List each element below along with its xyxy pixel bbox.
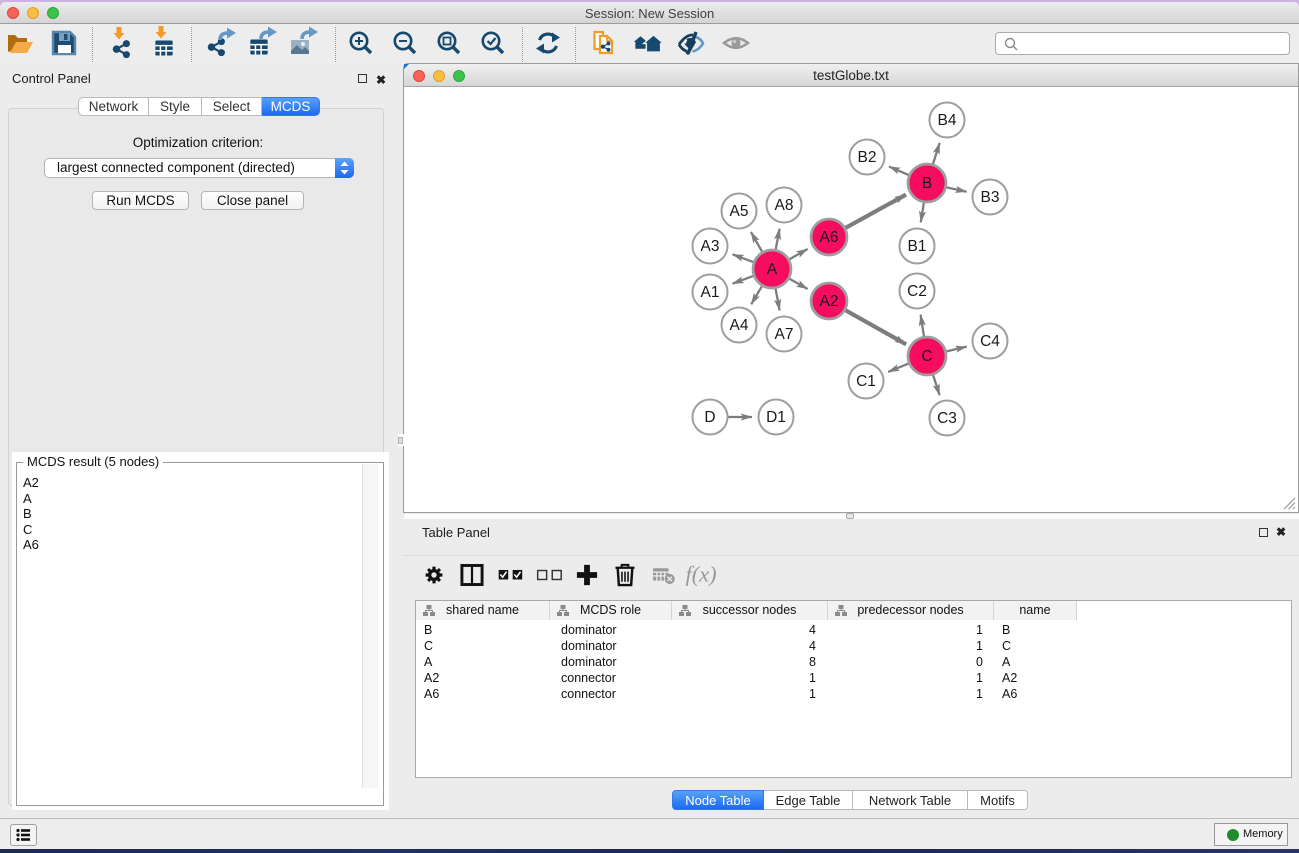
svg-text:A: A	[767, 261, 778, 278]
svg-text:B4: B4	[938, 112, 957, 129]
svg-text:A3: A3	[701, 238, 720, 255]
svg-text:D1: D1	[766, 409, 786, 426]
svg-text:D: D	[704, 409, 715, 426]
svg-text:C2: C2	[907, 283, 927, 300]
svg-text:A2: A2	[820, 293, 839, 310]
svg-text:A8: A8	[775, 197, 794, 214]
svg-text:A1: A1	[701, 284, 720, 301]
svg-text:C1: C1	[856, 373, 876, 390]
svg-text:B: B	[922, 175, 932, 192]
svg-text:B3: B3	[981, 189, 1000, 206]
svg-text:B1: B1	[908, 238, 927, 255]
svg-text:A6: A6	[820, 229, 839, 246]
svg-text:C: C	[921, 348, 932, 365]
svg-text:A4: A4	[730, 317, 749, 334]
svg-text:f(x): f(x)	[685, 562, 716, 587]
svg-text:C3: C3	[937, 410, 957, 427]
svg-text:C4: C4	[980, 333, 1000, 350]
svg-text:A7: A7	[775, 326, 794, 343]
svg-text:B2: B2	[858, 149, 877, 166]
svg-text:A5: A5	[730, 203, 749, 220]
